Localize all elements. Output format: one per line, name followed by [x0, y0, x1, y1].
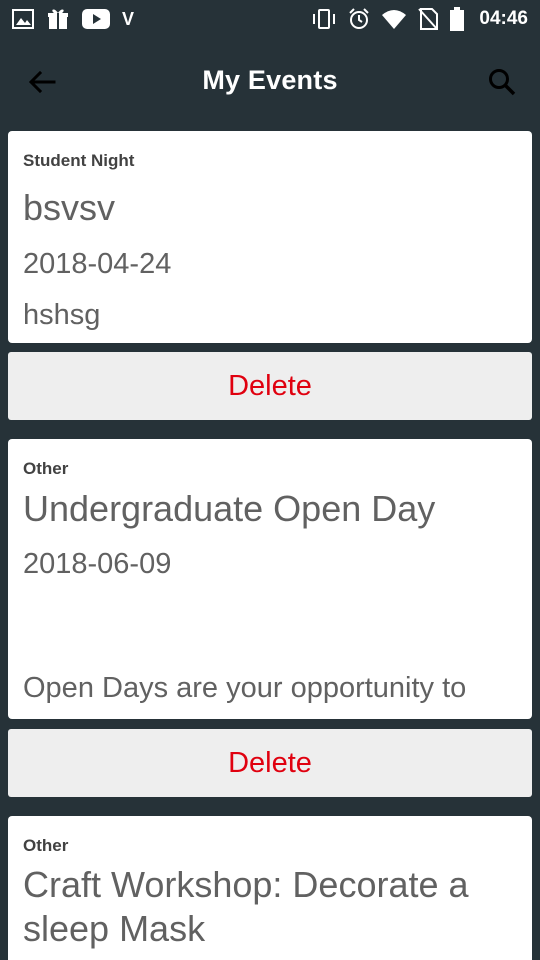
status-bar-left: V	[12, 0, 146, 38]
status-bar: V 04:46	[0, 0, 540, 38]
event-description: hshsg	[23, 299, 101, 331]
event-category: Student Night	[23, 151, 135, 170]
event-date: 2018-06-09	[23, 548, 172, 580]
vibrate-icon	[311, 8, 337, 30]
v-icon: V	[122, 8, 135, 29]
event-card[interactable]: Other Craft Workshop: Decorate a sleep M…	[8, 816, 532, 960]
event-card[interactable]: Student Night bsvsv 2018-04-24 hshsg	[8, 131, 532, 343]
event-category: Other	[23, 459, 69, 478]
delete-button[interactable]: Delete	[8, 729, 532, 797]
events-list[interactable]: Student Night bsvsv 2018-04-24 hshsg Del…	[0, 122, 540, 960]
app-bar: My Events	[0, 38, 540, 122]
youtube-icon	[82, 9, 110, 29]
gift-icon	[46, 7, 70, 31]
event-date: 2018-04-24	[23, 248, 172, 280]
wifi-icon	[381, 9, 407, 29]
battery-icon	[449, 7, 465, 31]
event-title: Craft Workshop: Decorate a sleep Mask	[23, 864, 469, 949]
event-description: Open Days are your opportunity to	[23, 672, 467, 704]
event-title: Undergraduate Open Day	[23, 488, 436, 529]
status-time: 04:46	[479, 8, 528, 29]
event-category: Other	[23, 836, 69, 855]
search-icon[interactable]	[482, 62, 522, 102]
delete-button[interactable]: Delete	[8, 352, 532, 420]
alarm-icon	[347, 7, 371, 31]
status-bar-right: 04:46	[311, 0, 528, 38]
page-title: My Events	[202, 64, 338, 95]
event-title: bsvsv	[23, 187, 116, 228]
no-sim-icon	[417, 7, 439, 31]
image-icon	[12, 9, 34, 29]
event-card[interactable]: Other Undergraduate Open Day 2018-06-09 …	[8, 439, 532, 719]
